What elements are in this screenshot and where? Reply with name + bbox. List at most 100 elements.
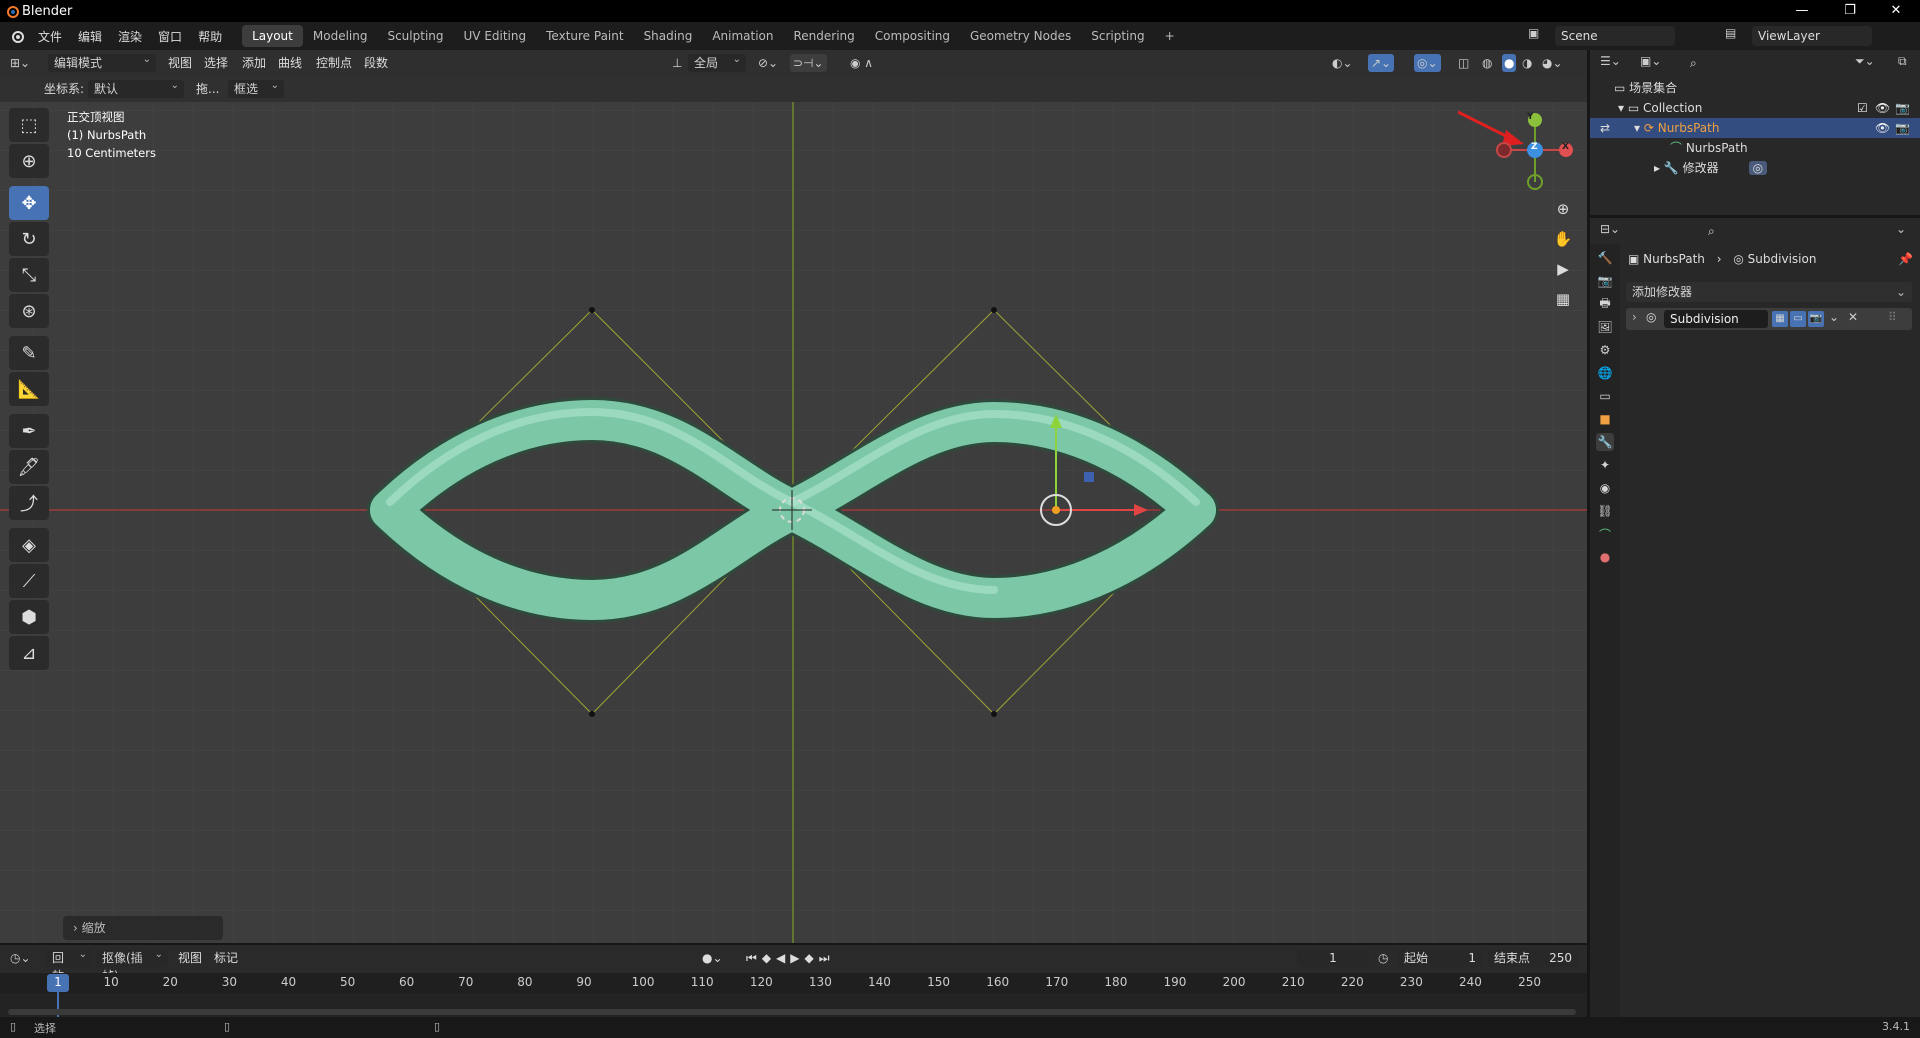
- particles-tab-icon[interactable]: ✦: [1596, 456, 1614, 474]
- scale-tool-icon[interactable]: ⤡: [9, 258, 49, 292]
- coord-system-dropdown[interactable]: 默认: [88, 77, 184, 98]
- gizmo-y-label[interactable]: Y: [1527, 112, 1534, 122]
- outliner-row-curve-data[interactable]: ⌒ NurbsPath: [1590, 138, 1920, 158]
- tilt-tool-icon[interactable]: ⟋: [9, 564, 49, 598]
- jump-end-icon[interactable]: ⏭: [819, 951, 835, 965]
- blender-menu-icon[interactable]: [10, 29, 24, 43]
- scene-browse-icon[interactable]: ▣: [1528, 26, 1550, 46]
- gizmo-z-label[interactable]: Z: [1531, 142, 1538, 152]
- tab-texture-paint[interactable]: Texture Paint: [536, 25, 633, 47]
- tab-geometry-nodes[interactable]: Geometry Nodes: [960, 25, 1081, 47]
- clock-icon[interactable]: ◷: [1378, 949, 1388, 967]
- record-icon[interactable]: ●⌄: [702, 949, 723, 967]
- data-tab-icon[interactable]: ⌒: [1596, 525, 1614, 543]
- move-tool-icon[interactable]: ✥: [9, 186, 49, 220]
- display-mode-icon[interactable]: ▣⌄: [1640, 54, 1661, 68]
- extrude-curve-icon[interactable]: ⤴: [9, 486, 49, 520]
- viewport-toggle-icon[interactable]: ▭: [1790, 311, 1806, 327]
- scene-tab-icon[interactable]: ⚙: [1596, 341, 1614, 359]
- play-icon[interactable]: ▶: [790, 951, 804, 965]
- expand-arrow-icon[interactable]: ▸: [1654, 161, 1664, 175]
- perspective-grid-icon[interactable]: ▦: [1550, 284, 1576, 314]
- tab-rendering[interactable]: Rendering: [784, 25, 865, 47]
- tab-uv-editing[interactable]: UV Editing: [454, 25, 537, 47]
- subdivision-modifier-icon[interactable]: ◎: [1748, 161, 1768, 175]
- menu-file[interactable]: 文件: [30, 28, 70, 45]
- viewlayer-browse-icon[interactable]: ▤: [1725, 26, 1736, 40]
- tab-animation[interactable]: Animation: [702, 25, 783, 47]
- world-tab-icon[interactable]: 🌐: [1596, 364, 1614, 382]
- menu-curve[interactable]: 曲线: [278, 54, 302, 72]
- select-mode-dropdown[interactable]: 框选: [228, 77, 284, 98]
- outliner-row-nurbspath[interactable]: ⇄ ▾ ⟳ NurbsPath 👁 📷: [1590, 118, 1920, 138]
- material-tab-icon[interactable]: ●: [1596, 548, 1614, 566]
- overlay-toggle-icon[interactable]: ◎⌄: [1414, 54, 1441, 72]
- remove-modifier-icon[interactable]: ✕: [1848, 310, 1858, 324]
- menu-render[interactable]: 渲染: [110, 28, 150, 45]
- tab-layout[interactable]: Layout: [242, 25, 303, 47]
- tab-sculpting[interactable]: Sculpting: [377, 25, 453, 47]
- tab-shading[interactable]: Shading: [634, 25, 703, 47]
- transform-tool-icon[interactable]: ⊛: [9, 294, 49, 328]
- solid-shading-icon[interactable]: ●: [1502, 54, 1517, 72]
- close-window-button[interactable]: ✕: [1876, 0, 1916, 22]
- snap-icon[interactable]: ⊃⊣⌄: [790, 54, 827, 72]
- add-workspace-button[interactable]: +: [1155, 25, 1185, 47]
- pin-icon[interactable]: 📌: [1898, 252, 1913, 266]
- xray-icon[interactable]: ◫: [1458, 54, 1469, 72]
- timeline-menu-marker[interactable]: 标记: [214, 949, 238, 967]
- prev-key-icon[interactable]: ◆: [762, 951, 776, 965]
- scene-name-field[interactable]: Scene: [1555, 26, 1675, 46]
- timeline-editor-icon[interactable]: ◷⌄: [10, 949, 31, 967]
- draw-curve-icon[interactable]: ✒: [9, 414, 49, 448]
- constraints-tab-icon[interactable]: ⛓: [1596, 502, 1614, 520]
- menu-select[interactable]: 选择: [204, 54, 228, 72]
- timeline-scrollbar[interactable]: [8, 1009, 1576, 1015]
- outliner-editor-icon[interactable]: ☰⌄: [1600, 54, 1621, 68]
- properties-search[interactable]: ⌕: [1702, 221, 1812, 241]
- menu-segments[interactable]: 段数: [364, 54, 388, 72]
- visibility-icon[interactable]: ◐⌄: [1332, 54, 1353, 72]
- outliner-search[interactable]: ⌕: [1684, 53, 1794, 73]
- zoom-icon[interactable]: ⊕: [1550, 194, 1576, 224]
- output-tab-icon[interactable]: 🖶: [1596, 295, 1614, 313]
- 3d-viewport[interactable]: Y Z X 正交顶视图 (1) NurbsPath 10 Centimeters…: [0, 102, 1587, 945]
- editor-type-icon[interactable]: ⊞⌄: [10, 54, 30, 72]
- camera-icon[interactable]: 📷: [1895, 118, 1910, 138]
- restore-button[interactable]: ❐: [1830, 0, 1870, 22]
- radius-tool-icon[interactable]: ◈: [9, 528, 49, 562]
- gizmo-toggle-icon[interactable]: ↗⌄: [1368, 54, 1395, 72]
- last-operator-panel[interactable]: › 缩放: [63, 916, 223, 940]
- options-chevron-icon[interactable]: ⌄: [1896, 222, 1906, 236]
- wireframe-shading-icon[interactable]: ◍: [1482, 54, 1492, 72]
- proportional-edit-icon[interactable]: ◉ ∧: [850, 54, 873, 72]
- editmode-toggle-icon[interactable]: ▦: [1772, 311, 1788, 327]
- viewlayer-name-field[interactable]: ViewLayer: [1752, 26, 1872, 46]
- pan-hand-icon[interactable]: ✋: [1550, 224, 1576, 254]
- add-modifier-dropdown[interactable]: 添加修改器 ⌄: [1626, 282, 1912, 302]
- menu-window[interactable]: 窗口: [150, 28, 190, 45]
- new-collection-icon[interactable]: ⧉: [1898, 54, 1907, 69]
- material-shading-icon[interactable]: ◑: [1522, 54, 1532, 72]
- randomize-tool-icon[interactable]: ⬢: [9, 600, 49, 634]
- collection-tab-icon[interactable]: ▭: [1596, 387, 1614, 405]
- annotate-tool-icon[interactable]: ✎: [9, 336, 49, 370]
- outliner-row-collection[interactable]: ▾ ▭ Collection ☑ 👁 📷: [1590, 98, 1920, 118]
- select-box-icon[interactable]: ⬚: [9, 108, 49, 142]
- physics-tab-icon[interactable]: ◉: [1596, 479, 1614, 497]
- playback-dropdown[interactable]: 回放: [46, 946, 92, 983]
- rotate-tool-icon[interactable]: ↻: [9, 222, 49, 256]
- transform-orientation-dropdown[interactable]: 全局: [688, 51, 746, 72]
- start-frame-field[interactable]: 起始 1: [1398, 949, 1482, 967]
- mode-dropdown[interactable]: 编辑模式: [48, 51, 156, 72]
- mode-indicator-icon[interactable]: ⇄: [1600, 118, 1610, 138]
- render-toggle-icon[interactable]: 📷: [1808, 311, 1824, 327]
- jump-start-icon[interactable]: ⏮: [746, 951, 762, 965]
- end-frame-field[interactable]: 结束点 250: [1488, 949, 1578, 967]
- object-tab-icon[interactable]: ■: [1596, 410, 1614, 428]
- expand-arrow-icon[interactable]: ▾: [1618, 101, 1628, 115]
- measure-tool-icon[interactable]: 📐: [9, 372, 49, 406]
- tab-compositing[interactable]: Compositing: [865, 25, 960, 47]
- current-frame-field[interactable]: 1: [1297, 949, 1369, 967]
- menu-view[interactable]: 视图: [168, 54, 192, 72]
